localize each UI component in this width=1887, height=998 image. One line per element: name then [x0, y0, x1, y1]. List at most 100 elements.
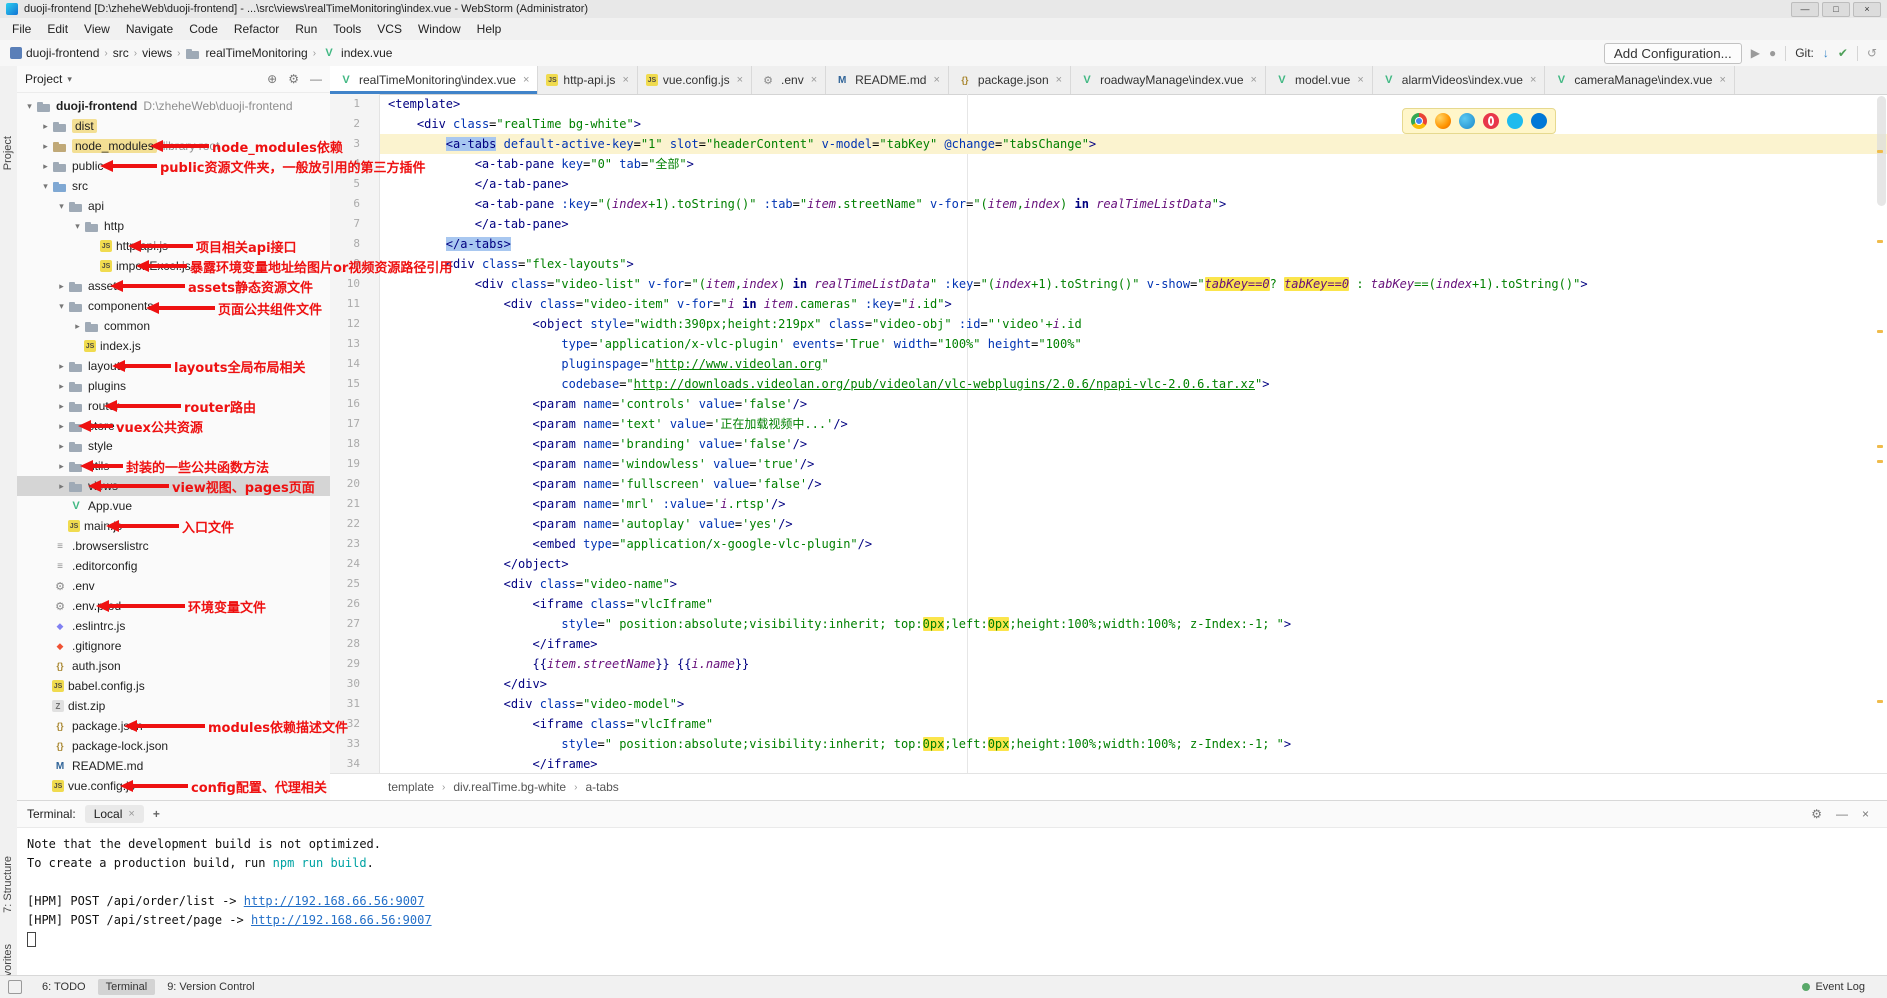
expand-arrow-icon[interactable]: ▾	[23, 101, 36, 112]
expand-arrow-icon[interactable]: ▸	[71, 321, 84, 332]
status-item-terminal[interactable]: Terminal	[98, 979, 156, 995]
tree-item-dist-zip[interactable]: Zdist.zip	[17, 696, 330, 716]
tab-close-icon[interactable]: ×	[622, 74, 628, 86]
breadcrumb-item-template[interactable]: template	[388, 780, 434, 794]
git-update-icon[interactable]: ↓	[1823, 46, 1829, 60]
hide-icon[interactable]: —	[310, 72, 322, 86]
terminal-link[interactable]: http://192.168.66.56:9007	[244, 894, 425, 908]
gear-icon[interactable]: ⚙	[1811, 807, 1822, 821]
editor-tab-readme-md[interactable]: MREADME.md×	[826, 66, 949, 94]
expand-arrow-icon[interactable]: ▾	[55, 301, 68, 312]
ie-browser-icon[interactable]	[1507, 113, 1523, 129]
play-icon[interactable]: ▶	[1751, 46, 1760, 60]
tree-item-index-js[interactable]: JSindex.js	[17, 336, 330, 356]
editor-tab-realtimemonitoring-index-vue[interactable]: VrealTimeMonitoring\index.vue×	[330, 66, 538, 94]
tree-item-main-js[interactable]: JSmain.js	[17, 516, 330, 536]
new-terminal-button[interactable]: +	[153, 807, 160, 821]
code-line[interactable]: 26 <iframe class="vlcIframe"	[330, 594, 1887, 614]
tool-window-switcher-icon[interactable]	[8, 980, 22, 994]
code-line[interactable]: 19 <param name='windowless' value='true'…	[330, 454, 1887, 474]
minimize-icon[interactable]: —	[1836, 807, 1848, 821]
chrome-browser-icon[interactable]	[1411, 113, 1427, 129]
menu-item-refactor[interactable]: Refactor	[226, 22, 287, 36]
tree-item-duoji-frontend[interactable]: ▾duoji-frontendD:\zheheWeb\duoji-fronten…	[17, 96, 330, 116]
code-line[interactable]: 24 </object>	[330, 554, 1887, 574]
code-line[interactable]: 4 <a-tab-pane key="0" tab="全部">	[330, 154, 1887, 174]
sidebar-item-project[interactable]: Project	[2, 136, 14, 170]
close-button[interactable]: ×	[1853, 2, 1881, 17]
editor-tab-package-json[interactable]: {}package.json×	[949, 66, 1071, 94]
sidebar-item-structure[interactable]: 7: Structure	[2, 856, 14, 913]
tree-item-vue-config-js[interactable]: JSvue.config.js	[17, 776, 330, 796]
code-line[interactable]: 1<template>	[330, 94, 1887, 114]
editor-tab-cameramanage-index-vue[interactable]: VcameraManage\index.vue×	[1545, 66, 1735, 94]
minimize-button[interactable]: —	[1791, 2, 1819, 17]
close-icon[interactable]: ×	[1862, 807, 1869, 821]
tree-item-common[interactable]: ▸common	[17, 316, 330, 336]
maximize-button[interactable]: □	[1822, 2, 1850, 17]
tab-close-icon[interactable]: ×	[1056, 74, 1062, 86]
tab-close-icon[interactable]: ×	[1530, 74, 1536, 86]
code-line[interactable]: 7 </a-tab-pane>	[330, 214, 1887, 234]
breadcrumb-item-div-realtime-bg-white[interactable]: div.realTime.bg-white	[453, 780, 566, 794]
code-line[interactable]: 31 <div class="video-model">	[330, 694, 1887, 714]
editor-tab-alarmvideos-index-vue[interactable]: ValarmVideos\index.vue×	[1373, 66, 1546, 94]
tree-item-assets[interactable]: ▸assets	[17, 276, 330, 296]
debug-icon[interactable]: ●	[1769, 46, 1776, 60]
expand-arrow-icon[interactable]: ▸	[55, 381, 68, 392]
code-line[interactable]: 17 <param name='text' value='正在加载视频中...'…	[330, 414, 1887, 434]
editor-tab-vue-config-js[interactable]: JSvue.config.js×	[638, 66, 752, 94]
tree-item-eslintrc-js[interactable]: ◆.eslintrc.js	[17, 616, 330, 636]
tree-item-plugins[interactable]: ▸plugins	[17, 376, 330, 396]
opera-browser-icon[interactable]	[1483, 113, 1499, 129]
chevron-down-icon[interactable]: ▾	[67, 74, 72, 85]
tree-item-babel-config-js[interactable]: JSbabel.config.js	[17, 676, 330, 696]
tab-close-icon[interactable]: ×	[933, 74, 939, 86]
code-line[interactable]: 12 <object style="width:390px;height:219…	[330, 314, 1887, 334]
expand-arrow-icon[interactable]: ▸	[55, 461, 68, 472]
code-line[interactable]: 21 <param name='mrl' :value='i.rtsp'/>	[330, 494, 1887, 514]
menu-item-code[interactable]: Code	[181, 22, 226, 36]
menu-item-view[interactable]: View	[76, 22, 118, 36]
tree-item-store[interactable]: ▸store	[17, 416, 330, 436]
breadcrumb-item-a-tabs[interactable]: a-tabs	[585, 780, 618, 794]
project-panel-title[interactable]: Project	[25, 72, 62, 86]
code-line[interactable]: 18 <param name='branding' value='false'/…	[330, 434, 1887, 454]
tree-item-views[interactable]: ▸views	[17, 476, 330, 496]
expand-arrow-icon[interactable]: ▾	[71, 221, 84, 232]
code-line[interactable]: 3 <a-tabs default-active-key="1" slot="h…	[330, 134, 1887, 154]
tree-item-browserslistrc[interactable]: ≡.browserslistrc	[17, 536, 330, 556]
expand-arrow-icon[interactable]: ▸	[55, 421, 68, 432]
tree-item-node-modules[interactable]: ▸node_moduleslibrary root	[17, 136, 330, 156]
tree-item-readme-md[interactable]: MREADME.md	[17, 756, 330, 776]
tab-close-icon[interactable]: ×	[523, 74, 529, 86]
terminal-output[interactable]: Note that the development build is not o…	[17, 827, 1887, 977]
tree-item-components[interactable]: ▾components	[17, 296, 330, 316]
terminal-link[interactable]: http://192.168.66.56:9007	[251, 913, 432, 927]
expand-arrow-icon[interactable]: ▸	[55, 481, 68, 492]
code-line[interactable]: 16 <param name='controls' value='false'/…	[330, 394, 1887, 414]
code-line[interactable]: 23 <embed type="application/x-google-vlc…	[330, 534, 1887, 554]
tree-item-dist[interactable]: ▸dist	[17, 116, 330, 136]
code-line[interactable]: 6 <a-tab-pane :key="(index+1).toString()…	[330, 194, 1887, 214]
status-item-9-version-control[interactable]: 9: Version Control	[159, 979, 262, 995]
locate-icon[interactable]: ⊕	[267, 72, 277, 86]
expand-arrow-icon[interactable]: ▸	[55, 361, 68, 372]
expand-arrow-icon[interactable]: ▸	[39, 121, 52, 132]
code-editor[interactable]: 1<template>2 <div class="realTime bg-whi…	[330, 94, 1887, 774]
editor-tab-env[interactable]: ⚙.env×	[752, 66, 826, 94]
tree-item-app-vue[interactable]: VApp.vue	[17, 496, 330, 516]
menu-item-navigate[interactable]: Navigate	[118, 22, 181, 36]
breadcrumb-item-views[interactable]: views	[142, 46, 172, 60]
tree-item-layouts[interactable]: ▸layouts	[17, 356, 330, 376]
tab-close-icon[interactable]: ×	[737, 74, 743, 86]
breadcrumb-item-index-vue[interactable]: Vindex.vue	[321, 45, 392, 61]
code-line[interactable]: 30 </div>	[330, 674, 1887, 694]
tree-item-gitignore[interactable]: ◆.gitignore	[17, 636, 330, 656]
tree-item-auth-json[interactable]: {}auth.json	[17, 656, 330, 676]
editor-tab-model-vue[interactable]: Vmodel.vue×	[1266, 66, 1373, 94]
tree-item-public[interactable]: ▸public	[17, 156, 330, 176]
breadcrumb-item-src[interactable]: src	[113, 46, 129, 60]
tree-item-env[interactable]: ⚙.env	[17, 576, 330, 596]
close-icon[interactable]: ×	[128, 808, 134, 820]
